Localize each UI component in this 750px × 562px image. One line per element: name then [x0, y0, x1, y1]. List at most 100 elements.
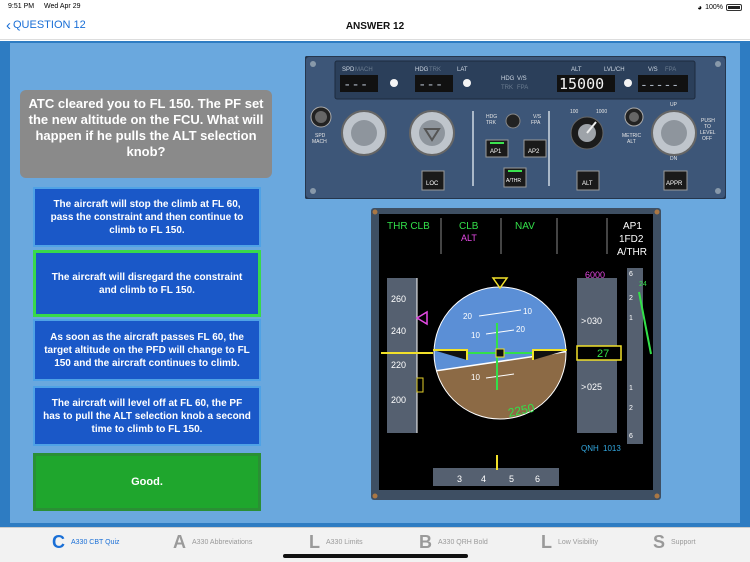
- status-time: 9:51 PM: [8, 3, 35, 10]
- answer-option-text: The aircraft will stop the climb at FL 6…: [50, 198, 244, 236]
- fma-lateral: NAV: [515, 221, 535, 232]
- fcu-trk-label: TRK: [429, 67, 441, 73]
- fcu-fpa-label: FPA: [517, 85, 528, 91]
- tab-a330-qrh-bold[interactable]: B A330 QRH Bold: [419, 532, 488, 553]
- fcu-vs-display: -----: [640, 78, 679, 93]
- appr-button[interactable]: APPR: [663, 170, 688, 191]
- speed-knob[interactable]: [341, 110, 387, 156]
- tab-icon: L: [309, 532, 320, 552]
- fpa-sub-label: FPA: [531, 120, 541, 126]
- hdg-trk-button[interactable]: [505, 113, 521, 129]
- vs-knob[interactable]: [651, 110, 697, 156]
- question-box: ATC cleared you to FL 150. The PF set th…: [20, 90, 272, 178]
- altitude-current: 27: [597, 348, 609, 360]
- speed-tick: 240: [391, 326, 406, 336]
- appr-label: APPR: [666, 181, 683, 187]
- ap1-label: AP1: [490, 149, 502, 155]
- pitch-label: 10: [523, 307, 532, 316]
- ap2-button[interactable]: AP2: [523, 139, 547, 158]
- speed-tick: 260: [391, 294, 406, 304]
- altitude-tick: 025: [587, 382, 602, 392]
- altitude-knob[interactable]: [570, 116, 604, 150]
- tab-icon: A: [173, 532, 186, 552]
- battery-percent: 100%: [705, 4, 723, 11]
- altitude-tick: 030: [587, 316, 602, 326]
- qnh-value: 1013: [603, 444, 621, 453]
- answer-option-1[interactable]: The aircraft will stop the climb at FL 6…: [33, 187, 261, 247]
- pitch-label: 20: [463, 312, 472, 321]
- back-label: QUESTION 12: [13, 19, 86, 31]
- status-bar: 9:51 PM Wed Apr 29 ◕ 100%: [0, 0, 750, 14]
- tab-low-visibility[interactable]: L Low Visibility: [541, 532, 598, 553]
- navigation-bar: ‹ QUESTION 12 ANSWER 12: [0, 14, 750, 40]
- fma-athr: A/THR: [617, 247, 647, 258]
- page-title: ANSWER 12: [345, 21, 405, 32]
- tab-support[interactable]: S Support: [653, 532, 696, 553]
- tab-label: Low Visibility: [558, 539, 598, 546]
- fcu-vs-label: V/S: [517, 76, 527, 82]
- fcu-lvlch-label: LVL/CH: [604, 67, 625, 73]
- tab-icon: L: [541, 532, 552, 552]
- spd-mach-button[interactable]: [310, 106, 332, 128]
- fma-ap: AP1: [623, 221, 642, 232]
- result-text: Good.: [131, 476, 163, 488]
- speed-tick: 220: [391, 360, 406, 370]
- fcu-trkfpa-label: TRK: [501, 85, 513, 91]
- tab-a330-limits[interactable]: L A330 Limits: [309, 532, 363, 553]
- alt-button[interactable]: ALT: [576, 170, 600, 191]
- vsi-tick: 2: [629, 405, 633, 412]
- wifi-icon: ◕: [697, 3, 703, 12]
- tab-label: A330 Abbreviations: [192, 539, 253, 546]
- alt-button-label: ALT: [582, 181, 593, 187]
- loc-label: LOC: [426, 181, 439, 187]
- metric-alt-button[interactable]: [624, 107, 644, 127]
- mach-button-label: MACH: [312, 139, 327, 145]
- ap2-label: AP2: [528, 149, 540, 155]
- fcu-spd-label: SPD: [342, 67, 355, 73]
- home-indicator[interactable]: [283, 554, 468, 558]
- alt-1000-label: 1000: [596, 109, 607, 115]
- tab-a330-cbt-quiz[interactable]: C A330 CBT Quiz: [52, 532, 120, 553]
- heading-tick: 4: [481, 474, 486, 484]
- back-button[interactable]: ‹ QUESTION 12: [6, 18, 86, 33]
- altitude-tick-marker: >: [581, 382, 586, 392]
- fcu-alt-label: ALT: [571, 67, 582, 73]
- answer-option-4[interactable]: The aircraft will level off at FL 60, th…: [33, 386, 261, 446]
- heading-tick: 6: [535, 474, 540, 484]
- athr-label: A/THR: [506, 178, 521, 184]
- tab-label: A330 CBT Quiz: [71, 539, 120, 546]
- status-date: Wed Apr 29: [44, 3, 81, 10]
- tab-a330-abbreviations[interactable]: A A330 Abbreviations: [173, 532, 252, 553]
- off-label: OFF: [702, 136, 712, 142]
- answer-option-text: The aircraft will level off at FL 60, th…: [43, 397, 251, 435]
- qnh-label: QNH: [581, 444, 599, 453]
- battery-icon: [726, 4, 742, 11]
- vertical-speed-value: 24: [639, 281, 647, 288]
- tab-icon: S: [653, 532, 666, 552]
- tab-label: A330 QRH Bold: [438, 539, 488, 546]
- loc-button[interactable]: LOC: [421, 170, 445, 191]
- fma-vertical: CLB: [459, 221, 479, 232]
- result-box: Good.: [33, 453, 261, 511]
- answer-option-text: As soon as the aircraft passes FL 60, th…: [44, 331, 250, 369]
- athr-button[interactable]: A/THR: [503, 167, 527, 188]
- answer-option-2[interactable]: The aircraft will disregard the constrai…: [33, 250, 261, 317]
- vsi-tick: 1: [629, 315, 633, 322]
- ap1-button[interactable]: AP1: [485, 139, 509, 158]
- fcu-mach-label: MACH: [355, 67, 373, 73]
- vsi-tick: 2: [629, 295, 633, 302]
- fma-vertical-armed: ALT: [461, 233, 477, 243]
- fma-thrust: THR CLB: [387, 221, 430, 232]
- metric-alt-label: ALT: [627, 139, 636, 145]
- fcu-spd-display: ---: [343, 77, 368, 93]
- pitch-label: 10: [471, 331, 480, 340]
- fcu-hdg-label: HDG: [415, 67, 429, 73]
- pitch-label: 20: [516, 325, 525, 334]
- heading-knob[interactable]: [409, 110, 455, 156]
- heading-tick: 5: [509, 474, 514, 484]
- speed-tick: 200: [391, 395, 406, 405]
- pitch-label: 10: [471, 373, 480, 382]
- tab-label: Support: [671, 539, 696, 546]
- answer-option-3[interactable]: As soon as the aircraft passes FL 60, th…: [33, 319, 261, 381]
- vsi-tick: 1: [629, 385, 633, 392]
